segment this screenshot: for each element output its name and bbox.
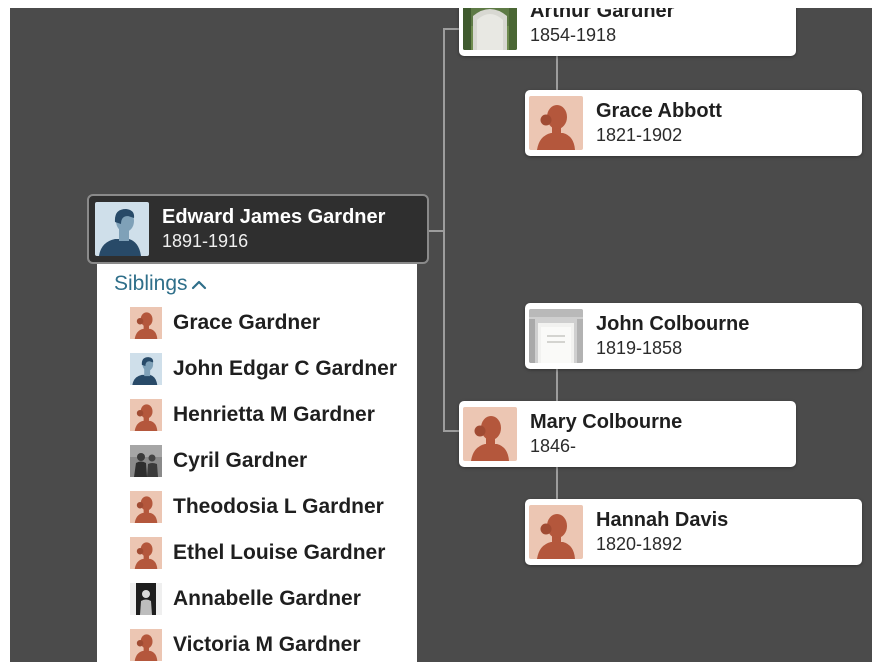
maternal-grandmother-card[interactable]: Hannah Davis 1820-1892	[525, 499, 862, 565]
sibling-name[interactable]: Henrietta M Gardner	[173, 403, 375, 427]
photo-thumbnail	[130, 583, 162, 615]
sibling-name[interactable]: Victoria M Gardner	[173, 633, 361, 657]
family-tree-canvas[interactable]: Arthur Gardner 1854-1918 Grace Abbott 18…	[10, 8, 872, 662]
sibling-name[interactable]: Theodosia L Gardner	[173, 495, 384, 519]
paternal-grandmother-name[interactable]: Grace Abbott	[596, 99, 722, 123]
connector-father-to-mother-grandparent	[556, 56, 558, 92]
father-years: 1854-1918	[530, 25, 617, 45]
gravestone-photo	[529, 309, 583, 363]
sibling-name[interactable]: John Edgar C Gardner	[173, 357, 397, 381]
maternal-grandfather-card[interactable]: John Colbourne 1819-1858	[525, 303, 862, 369]
female-silhouette-icon	[463, 407, 517, 461]
siblings-toggle-label[interactable]: Siblings	[114, 272, 188, 296]
male-silhouette-icon	[95, 202, 149, 256]
sibling-name[interactable]: Ethel Louise Gardner	[173, 541, 385, 565]
female-silhouette-icon	[529, 505, 583, 559]
siblings-panel: Siblings Grace Gardner John Edgar C Gard…	[97, 264, 417, 662]
father-name[interactable]: Arthur Gardner	[530, 8, 674, 23]
sibling-name[interactable]: Grace Gardner	[173, 311, 320, 335]
father-card[interactable]: Arthur Gardner 1854-1918	[459, 8, 796, 56]
sibling-item[interactable]: Cyril Gardner	[130, 444, 307, 478]
focus-person-years: 1891-1916	[162, 231, 249, 251]
sibling-item[interactable]: Henrietta M Gardner	[130, 398, 375, 432]
focus-person-card[interactable]: Edward James Gardner 1891-1916	[87, 194, 429, 264]
sibling-item[interactable]: Annabelle Gardner	[130, 582, 361, 616]
female-silhouette-icon	[130, 629, 162, 661]
sibling-item[interactable]: Grace Gardner	[130, 306, 320, 340]
paternal-grandmother-years: 1821-1902	[596, 125, 683, 145]
paternal-grandmother-card[interactable]: Grace Abbott 1821-1902	[525, 90, 862, 156]
sibling-item[interactable]: Victoria M Gardner	[130, 628, 361, 662]
female-silhouette-icon	[130, 537, 162, 569]
sibling-item[interactable]: John Edgar C Gardner	[130, 352, 397, 386]
female-silhouette-icon	[130, 399, 162, 431]
maternal-grandfather-name[interactable]: John Colbourne	[596, 312, 749, 336]
sibling-item[interactable]: Ethel Louise Gardner	[130, 536, 385, 570]
sibling-name[interactable]: Annabelle Gardner	[173, 587, 361, 611]
female-silhouette-icon	[130, 491, 162, 523]
focus-person-name[interactable]: Edward James Gardner	[162, 205, 385, 229]
mother-years: 1846-	[530, 436, 577, 456]
female-silhouette-icon	[130, 307, 162, 339]
photo-thumbnail	[130, 445, 162, 477]
male-silhouette-icon	[130, 353, 162, 385]
chevron-up-icon[interactable]	[191, 278, 207, 290]
mother-name[interactable]: Mary Colbourne	[530, 410, 682, 434]
connector-parents-vertical	[443, 28, 445, 432]
maternal-grandmother-years: 1820-1892	[596, 534, 683, 554]
maternal-grandfather-years: 1819-1858	[596, 338, 683, 358]
gravestone-photo	[463, 8, 517, 50]
sibling-name[interactable]: Cyril Gardner	[173, 449, 307, 473]
female-silhouette-icon	[529, 96, 583, 150]
sibling-item[interactable]: Theodosia L Gardner	[130, 490, 384, 524]
siblings-toggle[interactable]: Siblings	[114, 272, 207, 296]
mother-card[interactable]: Mary Colbourne 1846-	[459, 401, 796, 467]
maternal-grandmother-name[interactable]: Hannah Davis	[596, 508, 728, 532]
